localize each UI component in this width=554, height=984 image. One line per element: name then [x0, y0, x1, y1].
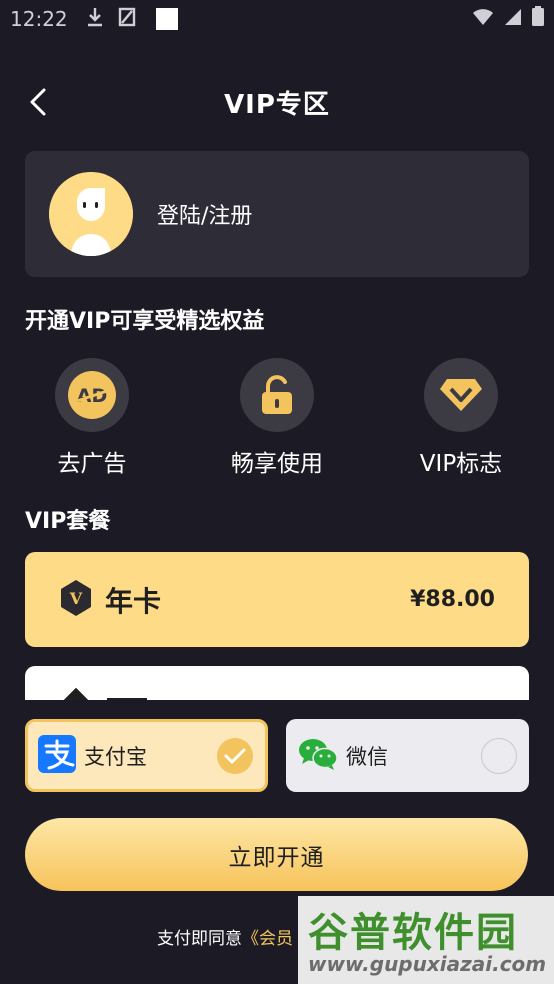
pay-option-alipay[interactable]: 支付宝	[25, 719, 268, 792]
chevron-left-icon	[24, 88, 60, 124]
login-card[interactable]: 登陆/注册	[25, 151, 529, 277]
agreement-prefix: 支付即同意	[157, 929, 242, 949]
battery-icon	[532, 6, 544, 31]
default-avatar-icon	[49, 172, 133, 256]
benefit-label: 畅享使用	[231, 451, 323, 477]
plan-price: ¥88.00	[410, 587, 495, 612]
check-icon	[217, 737, 253, 774]
radio-unchecked-icon	[481, 737, 517, 774]
status-time: 12:22	[10, 7, 68, 31]
unlock-icon	[240, 358, 314, 432]
plan-name: 年卡	[105, 584, 162, 618]
benefit-remove-ads: AD 去广告	[22, 358, 162, 478]
benefits-list: AD 去广告 畅享使用 VIP标志	[0, 358, 554, 478]
svg-text:V: V	[69, 589, 83, 608]
vip-hexagon-icon: V	[59, 579, 93, 621]
wifi-icon	[472, 7, 494, 31]
plans-title: VIP套餐	[25, 509, 111, 534]
status-indicators	[472, 6, 544, 31]
watermark-logo: 谷普软件园 www.gupuxiazai.com	[298, 896, 554, 984]
agreement-link[interactable]: 《会员	[242, 929, 293, 949]
pay-label-wechat: 微信	[346, 744, 388, 769]
page-header: VIP专区	[0, 74, 554, 130]
benefit-label: VIP标志	[419, 451, 503, 477]
pay-label-alipay: 支付宝	[84, 744, 147, 769]
watermark-subtitle: www.gupuxiazai.com	[308, 952, 547, 976]
ad-remove-icon: AD	[55, 358, 129, 432]
benefits-title: 开通VIP可享受精选权益	[25, 309, 265, 334]
alipay-icon	[38, 734, 76, 777]
cell-signal-icon	[504, 7, 522, 31]
login-register-label: 登陆/注册	[157, 204, 253, 229]
watermark-title: 谷普软件园	[308, 910, 518, 956]
benefit-vip-badge: VIP标志	[391, 358, 531, 478]
signal-blocked-icon	[118, 7, 136, 32]
page-title: VIP专区	[224, 89, 330, 120]
benefit-enjoy-use: 畅享使用	[207, 358, 347, 478]
agreement-text: 支付即同意《会员	[157, 924, 293, 949]
open-vip-label: 立即开通	[228, 844, 325, 871]
vip-diamond-icon	[424, 358, 498, 432]
wechat-icon	[298, 737, 338, 775]
status-bar: 12:22	[0, 0, 554, 38]
open-vip-button[interactable]: 立即开通	[25, 818, 528, 891]
benefit-label: 去广告	[57, 451, 127, 477]
pay-option-wechat[interactable]: 微信	[286, 719, 529, 792]
plan-card-annual[interactable]: V 年卡 ¥88.00	[25, 552, 529, 647]
download-icon	[86, 7, 104, 32]
notification-square-icon	[155, 8, 178, 30]
back-button[interactable]	[24, 84, 60, 120]
